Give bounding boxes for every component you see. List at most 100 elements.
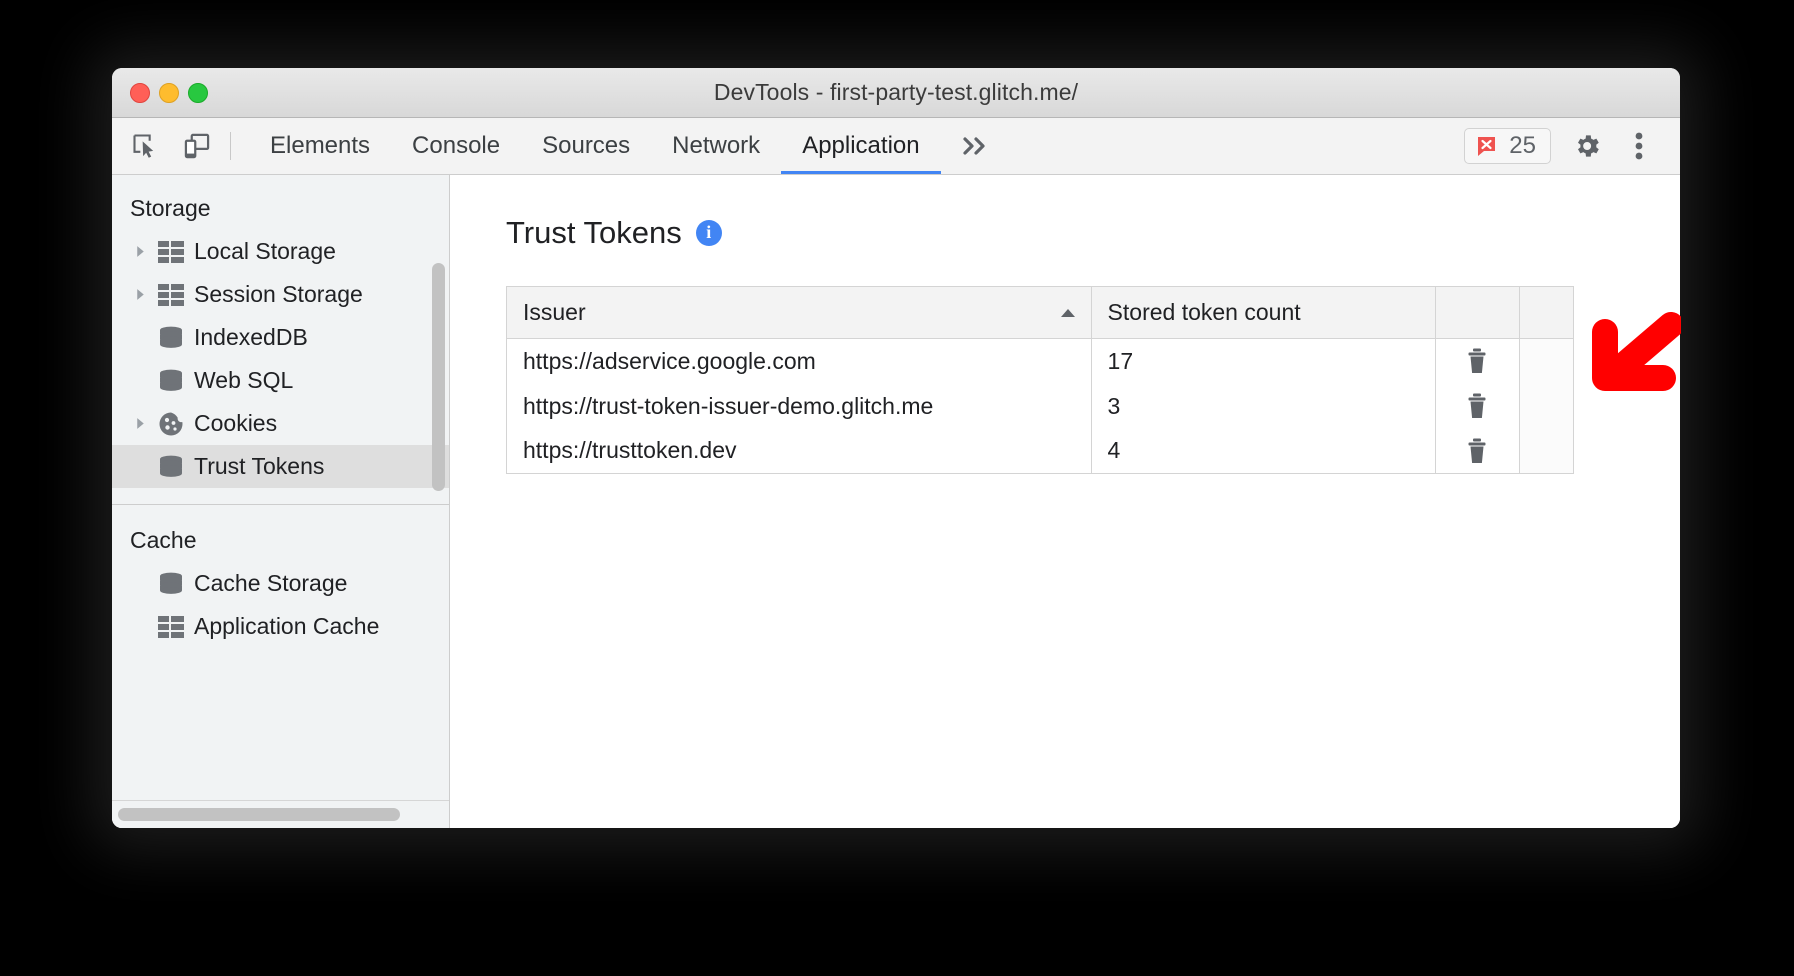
tab-network[interactable]: Network <box>651 118 781 174</box>
database-icon <box>156 369 186 393</box>
page-title: Trust Tokens <box>506 217 682 248</box>
tab-label: Network <box>672 132 760 160</box>
column-header-filler <box>1519 287 1573 339</box>
panel-header: Trust Tokens i <box>506 217 1680 248</box>
cell-delete[interactable] <box>1435 339 1519 384</box>
sidebar-item-label: Application Cache <box>194 615 379 638</box>
zoom-button[interactable] <box>188 83 208 103</box>
sidebar-item-label: Local Storage <box>194 240 336 263</box>
sidebar-item-application-cache[interactable]: Application Cache <box>112 605 449 648</box>
table-header: Issuer Stored token count <box>507 287 1574 339</box>
sidebar-horizontal-scrollbar[interactable] <box>112 800 449 828</box>
sidebar-section-storage-title: Storage <box>112 185 449 230</box>
trash-icon[interactable] <box>1457 341 1497 381</box>
trust-tokens-table: Issuer Stored token count <box>506 286 1574 474</box>
tab-application[interactable]: Application <box>781 118 940 174</box>
chevron-right-icon[interactable] <box>134 245 156 258</box>
window-titlebar: DevTools - first-party-test.glitch.me/ <box>112 68 1680 118</box>
chevron-double-right-icon <box>961 135 991 157</box>
toolbar-divider <box>230 132 231 160</box>
sidebar-item-label: Session Storage <box>194 283 363 306</box>
tab-elements[interactable]: Elements <box>249 118 391 174</box>
tab-sources[interactable]: Sources <box>521 118 651 174</box>
sidebar-item-local-storage[interactable]: Local Storage <box>112 230 449 273</box>
inspect-element-icon[interactable] <box>128 129 162 163</box>
table-icon <box>156 241 186 263</box>
screenshot-root: DevTools - first-party-test.glitch.me/ <box>0 0 1794 976</box>
error-bubble-icon <box>1475 134 1499 158</box>
sidebar-item-cookies[interactable]: Cookies <box>112 402 449 445</box>
table-row[interactable]: https://trust-token-issuer-demo.glitch.m… <box>507 384 1574 429</box>
gear-icon <box>1572 131 1602 161</box>
cell-token-count: 4 <box>1091 429 1435 474</box>
toolbar-right-icons: 25 <box>1464 118 1680 174</box>
sidebar-scroll-area: Storage <box>112 175 449 800</box>
table-row[interactable]: https://trusttoken.dev 4 <box>507 429 1574 474</box>
cell-filler <box>1519 429 1573 474</box>
sidebar-item-indexeddb[interactable]: IndexedDB <box>112 316 449 359</box>
settings-button[interactable] <box>1564 126 1610 166</box>
close-button[interactable] <box>130 83 150 103</box>
cookie-icon <box>156 411 186 437</box>
chevron-right-icon[interactable] <box>134 417 156 430</box>
cell-filler <box>1519 339 1573 384</box>
kebab-menu-icon <box>1634 130 1644 162</box>
cell-delete[interactable] <box>1435 384 1519 429</box>
trash-icon[interactable] <box>1457 431 1497 471</box>
scrollbar-thumb[interactable] <box>118 808 400 821</box>
tab-label: Application <box>802 132 919 160</box>
cell-issuer: https://trusttoken.dev <box>507 429 1092 474</box>
trash-icon[interactable] <box>1457 386 1497 426</box>
error-count-label: 25 <box>1509 132 1536 160</box>
device-toolbar-icon[interactable] <box>180 129 214 163</box>
window-title: DevTools - first-party-test.glitch.me/ <box>112 79 1680 106</box>
table-body: https://adservice.google.com 17 <box>507 339 1574 474</box>
database-icon <box>156 455 186 479</box>
column-header-stored-token-count[interactable]: Stored token count <box>1091 287 1435 339</box>
cell-delete[interactable] <box>1435 429 1519 474</box>
application-sidebar: Storage <box>112 175 450 828</box>
more-options-button[interactable] <box>1616 126 1662 166</box>
table-header-row: Issuer Stored token count <box>507 287 1574 339</box>
tab-label: Console <box>412 132 500 160</box>
sidebar-item-trust-tokens[interactable]: Trust Tokens <box>112 445 449 488</box>
database-icon <box>156 572 186 596</box>
sidebar-item-label: Cache Storage <box>194 572 347 595</box>
panel-tabs: Elements Console Sources Network Applica… <box>249 118 941 174</box>
cell-issuer: https://trust-token-issuer-demo.glitch.m… <box>507 384 1092 429</box>
tab-console[interactable]: Console <box>391 118 521 174</box>
table-icon <box>156 284 186 306</box>
window-traffic-lights <box>130 83 208 103</box>
devtools-body: Storage <box>112 175 1680 828</box>
sidebar-item-label: Web SQL <box>194 369 293 392</box>
info-icon[interactable]: i <box>696 220 722 246</box>
sidebar-item-web-sql[interactable]: Web SQL <box>112 359 449 402</box>
column-header-label: Stored token count <box>1108 299 1301 326</box>
column-header-delete <box>1435 287 1519 339</box>
column-header-label: Issuer <box>523 299 586 326</box>
cell-issuer: https://adservice.google.com <box>507 339 1092 384</box>
more-tabs-button[interactable] <box>941 118 1011 174</box>
table-icon <box>156 616 186 638</box>
sidebar-item-label: Cookies <box>194 412 277 435</box>
cell-token-count: 17 <box>1091 339 1435 384</box>
sidebar-item-cache-storage[interactable]: Cache Storage <box>112 562 449 605</box>
devtools-toolbar: Elements Console Sources Network Applica… <box>112 118 1680 175</box>
minimize-button[interactable] <box>159 83 179 103</box>
cell-token-count: 3 <box>1091 384 1435 429</box>
sidebar-item-session-storage[interactable]: Session Storage <box>112 273 449 316</box>
tab-label: Sources <box>542 132 630 160</box>
cell-filler <box>1519 384 1573 429</box>
sidebar-vertical-scrollbar[interactable] <box>432 263 445 491</box>
sidebar-item-label: Trust Tokens <box>194 455 324 478</box>
error-count-badge[interactable]: 25 <box>1464 128 1551 164</box>
toolbar-left-icons <box>128 118 230 174</box>
table-row[interactable]: https://adservice.google.com 17 <box>507 339 1574 384</box>
tab-label: Elements <box>270 132 370 160</box>
column-header-issuer[interactable]: Issuer <box>507 287 1092 339</box>
chevron-right-icon[interactable] <box>134 288 156 301</box>
database-icon <box>156 326 186 350</box>
trust-tokens-panel: Trust Tokens i Issuer <box>450 175 1680 828</box>
sidebar-section-cache-title: Cache <box>112 505 449 562</box>
devtools-window: DevTools - first-party-test.glitch.me/ <box>112 68 1680 828</box>
